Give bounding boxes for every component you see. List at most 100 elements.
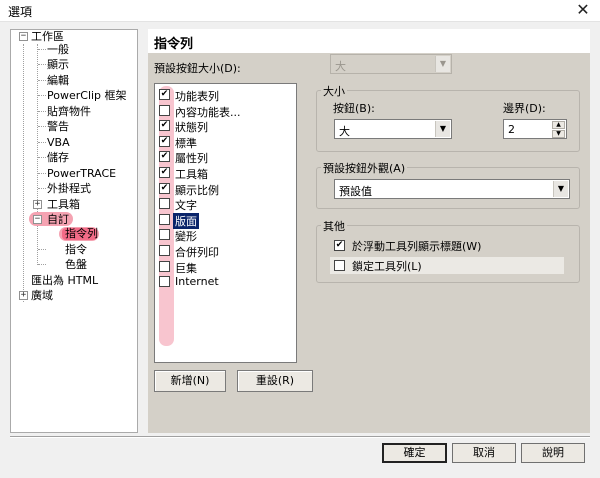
expand-icon[interactable]: + <box>19 291 28 300</box>
tree-item-edit[interactable]: 編輯 <box>47 73 69 88</box>
button-size-select: 大 ▼ <box>330 54 452 74</box>
tree-line <box>38 111 46 112</box>
commandbar-item[interactable]: ✔ 功能表列 <box>159 87 291 103</box>
commandbar-item-label: 版面 <box>173 212 199 229</box>
show-title-label[interactable]: 於浮動工具列顯示標題(W) <box>352 238 481 254</box>
checked-checkbox[interactable]: ✔ <box>159 120 170 132</box>
commandbar-item-label: 變形 <box>175 230 197 244</box>
tree-item-customize[interactable]: 自訂 <box>47 212 69 227</box>
commandbar-item-label: 文字 <box>175 199 197 213</box>
tree-line <box>38 264 46 265</box>
title-bar: 選項 ✕ <box>0 0 600 22</box>
button-size-sub-label: 按鈕(B): <box>333 102 375 115</box>
checked-checkbox[interactable]: ✔ <box>159 135 170 147</box>
commandbar-item[interactable]: ✔ 顯示比例 <box>159 181 291 197</box>
commandbar-item[interactable]: 合併列印 <box>159 243 291 259</box>
tree-line <box>37 44 38 212</box>
cancel-button[interactable]: 取消 <box>452 443 516 463</box>
chevron-down-icon: ▼ <box>435 56 450 72</box>
tree-item-palettes[interactable]: 色盤 <box>65 257 87 272</box>
unchecked-checkbox[interactable] <box>159 104 170 116</box>
unchecked-checkbox[interactable] <box>159 245 170 256</box>
unchecked-checkbox[interactable] <box>159 213 170 225</box>
tree-line <box>38 142 46 143</box>
commandbar-item[interactable]: ✔ 工具箱 <box>159 165 291 181</box>
unchecked-checkbox[interactable] <box>159 229 170 241</box>
tree-line <box>38 49 46 50</box>
show-title-checkbox[interactable]: ✔ <box>334 240 345 251</box>
commandbars-panel: 指令列 預設按鈕大小(D): 大 ▼ ✔ 功能表列 內容功能表... ✔ 狀態列 ✔ 標準 ✔… <box>148 29 590 433</box>
commandbar-item[interactable]: ✔ 屬性列 <box>159 149 291 165</box>
tree-item-snap[interactable]: 貼齊物件 <box>47 104 91 119</box>
button-size-value: 大 <box>335 60 346 73</box>
expand-icon[interactable]: + <box>33 200 42 209</box>
chevron-down-icon[interactable]: ▼ <box>435 121 450 137</box>
tree-item-general[interactable]: 一般 <box>47 42 69 57</box>
options-tree[interactable]: − 工作區 一般 顯示 編輯 PowerClip 框架 貼齊物件 警告 VBA … <box>10 29 138 433</box>
tree-item-toolbox[interactable]: 工具箱 <box>47 197 80 212</box>
tree-item-powertrace[interactable]: PowerTRACE <box>47 166 116 181</box>
tree-item-vba[interactable]: VBA <box>47 135 70 150</box>
ok-button[interactable]: 確定 <box>382 443 447 463</box>
tree-item-display[interactable]: 顯示 <box>47 57 69 72</box>
commandbar-item[interactable]: 文字 <box>159 196 291 213</box>
commandbar-list[interactable]: ✔ 功能表列內容功能表... ✔ 狀態列 ✔ 標準 ✔ 屬性列 ✔ 工具箱 ✔ 顯示比例文字 版面 變形合… <box>154 83 297 363</box>
commandbar-item[interactable]: 版面 <box>159 212 291 229</box>
tree-line <box>38 157 46 158</box>
commandbar-item[interactable]: 內容功能表... <box>159 103 291 119</box>
unchecked-checkbox[interactable] <box>159 198 170 210</box>
tree-line <box>38 95 46 96</box>
tree-item-powerclip[interactable]: PowerClip 框架 <box>47 88 127 103</box>
checked-checkbox[interactable]: ✔ <box>159 182 170 194</box>
spin-down-icon[interactable]: ▼ <box>552 130 565 138</box>
button-size-combo-value: 大 <box>339 125 350 138</box>
tree-item-global[interactable]: 廣域 <box>31 288 53 303</box>
commandbar-item[interactable]: Internet <box>159 274 291 290</box>
commandbar-item-label: Internet <box>175 275 219 289</box>
reset-button[interactable]: 重設(R) <box>237 370 313 392</box>
other-group: 其他 ✔ 於浮動工具列顯示標題(W) 鎖定工具列(L) <box>316 218 580 283</box>
close-icon[interactable]: ✕ <box>566 0 600 22</box>
size-group: 大小 按鈕(B): 邊界(D): 大 ▼ 2 ▲ ▼ <box>316 83 580 152</box>
commandbar-item-label: 標準 <box>175 136 197 150</box>
appearance-value: 預設值 <box>339 185 372 198</box>
tree-item-commandbars[interactable]: 指令列 <box>65 226 98 241</box>
new-button[interactable]: 新增(N) <box>154 370 226 392</box>
tree-item-export-html[interactable]: 匯出為 HTML <box>31 273 98 288</box>
lock-toolbar-checkbox[interactable] <box>334 260 345 271</box>
commandbar-item-label: 合併列印 <box>175 246 219 259</box>
checked-checkbox[interactable]: ✔ <box>159 167 170 178</box>
border-spinner[interactable]: 2 ▲ ▼ <box>503 119 567 139</box>
checked-checkbox[interactable]: ✔ <box>159 89 170 100</box>
footer-separator <box>10 436 590 438</box>
unchecked-checkbox[interactable] <box>159 276 170 288</box>
collapse-icon[interactable]: − <box>19 32 28 41</box>
tree-line <box>38 188 46 189</box>
commandbar-item[interactable]: ✔ 標準 <box>159 134 291 150</box>
other-group-title: 其他 <box>321 218 347 234</box>
tree-item-plugins[interactable]: 外掛程式 <box>47 181 91 196</box>
commandbar-item[interactable]: 變形 <box>159 227 291 244</box>
tree-line <box>38 80 46 81</box>
appearance-group: 預設按鈕外觀(A) 預設值 ▼ <box>316 160 580 209</box>
chevron-down-icon[interactable]: ▼ <box>553 181 568 197</box>
tree-line <box>37 226 38 265</box>
commandbar-item-label: 功能表列 <box>175 90 219 103</box>
lock-toolbar-label[interactable]: 鎖定工具列(L) <box>352 258 422 274</box>
button-size-combo[interactable]: 大 ▼ <box>334 119 452 139</box>
tree-item-save[interactable]: 儲存 <box>47 150 69 165</box>
panel-header: 指令列 <box>148 29 590 53</box>
tree-item-commands[interactable]: 指令 <box>65 242 87 257</box>
commandbar-item[interactable]: ✔ 狀態列 <box>159 118 291 135</box>
commandbar-item[interactable]: 巨集 <box>159 259 291 275</box>
spin-up-icon[interactable]: ▲ <box>552 121 565 129</box>
commandbar-item-label: 內容功能表... <box>175 105 241 119</box>
commandbar-item-label: 狀態列 <box>175 121 208 135</box>
unchecked-checkbox[interactable] <box>159 260 170 272</box>
size-group-title: 大小 <box>321 83 347 99</box>
collapse-icon[interactable]: − <box>33 215 42 224</box>
checked-checkbox[interactable]: ✔ <box>159 151 170 163</box>
tree-item-warnings[interactable]: 警告 <box>47 119 69 134</box>
appearance-combo[interactable]: 預設值 ▼ <box>334 179 570 199</box>
help-button[interactable]: 說明 <box>521 443 585 463</box>
